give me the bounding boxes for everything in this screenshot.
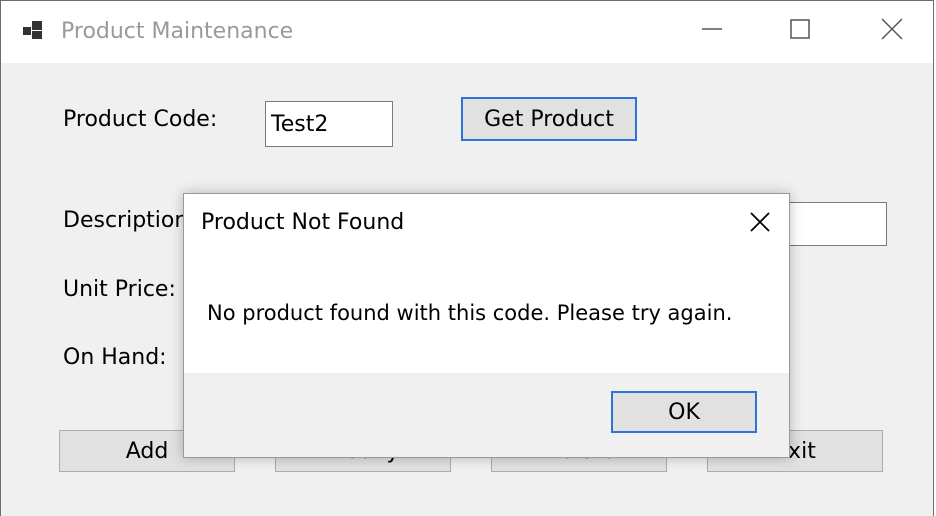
close-button[interactable] xyxy=(869,11,915,51)
dialog-message: No product found with this code. Please … xyxy=(207,301,733,325)
app-icon xyxy=(21,18,45,42)
product-code-label: Product Code: xyxy=(63,107,218,132)
minimize-icon xyxy=(700,17,724,45)
minimize-button[interactable] xyxy=(689,11,735,51)
unit-price-label: Unit Price: xyxy=(63,277,176,302)
on-hand-label: On Hand: xyxy=(63,345,167,370)
dialog-close-button[interactable] xyxy=(742,206,778,242)
window-title: Product Maintenance xyxy=(61,19,294,44)
dialog-title: Product Not Found xyxy=(201,210,405,235)
close-icon xyxy=(880,17,904,45)
description-label: Description: xyxy=(63,208,196,233)
ok-button[interactable]: OK xyxy=(611,391,757,433)
get-product-button[interactable]: Get Product xyxy=(461,97,637,141)
close-icon xyxy=(748,210,772,238)
title-bar: Product Maintenance xyxy=(1,1,933,63)
product-code-input[interactable] xyxy=(265,101,393,147)
maximize-icon xyxy=(788,17,812,45)
dialog-footer: OK xyxy=(184,373,789,457)
maximize-button[interactable] xyxy=(777,11,823,51)
product-not-found-dialog: Product Not Found No product found with … xyxy=(183,193,790,458)
